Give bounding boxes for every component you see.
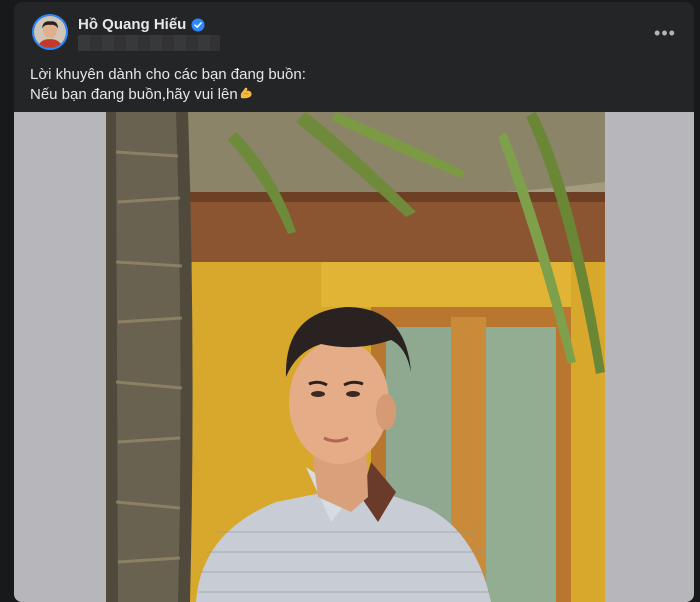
verified-badge-icon: [191, 18, 205, 32]
post-text: Lời khuyên dành cho các bạn đang buồn: N…: [30, 65, 670, 105]
post-text-line-1: Lời khuyên dành cho các bạn đang buồn:: [30, 66, 306, 83]
post-photo[interactable]: [106, 112, 605, 602]
author-name[interactable]: Hồ Quang Hiếu: [78, 16, 186, 33]
post-meta-redacted: [78, 35, 220, 51]
author-avatar[interactable]: [32, 14, 68, 50]
post-text-line-2: Nếu bạn đang buồn,hãy vui lên: [30, 86, 238, 103]
author-row: Hồ Quang Hiếu: [78, 16, 205, 33]
flexed-biceps-icon: [238, 85, 254, 101]
post-card: Hồ Quang Hiếu ••• Lời khuyên dành cho cá…: [14, 2, 694, 602]
post-text-line-2-wrap: Nếu bạn đang buồn,hãy vui lên: [30, 85, 670, 105]
post-header: Hồ Quang Hiếu •••: [14, 2, 694, 62]
more-options-icon[interactable]: •••: [650, 18, 680, 48]
post-media[interactable]: [14, 112, 694, 602]
